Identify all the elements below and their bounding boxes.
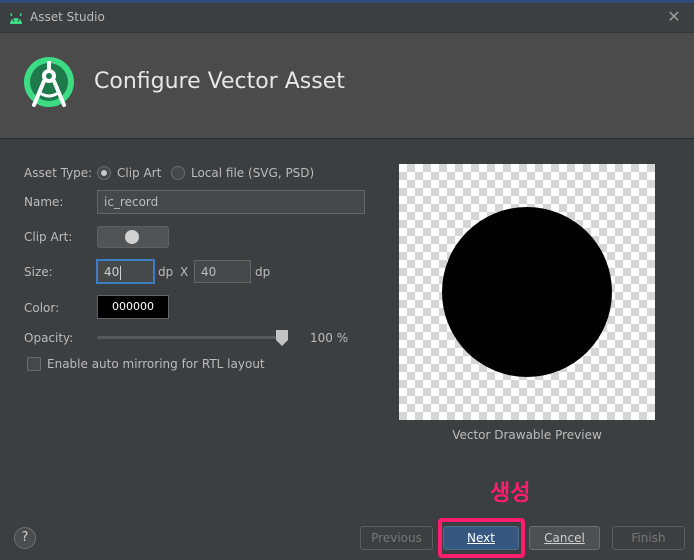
record-shape-preview bbox=[442, 207, 612, 377]
radio-clip-art[interactable] bbox=[97, 166, 111, 180]
name-field[interactable]: ic_record bbox=[97, 190, 365, 214]
previous-button[interactable]: Previous bbox=[360, 526, 433, 550]
color-swatch-field[interactable]: 000000 bbox=[97, 295, 169, 319]
record-icon bbox=[125, 230, 139, 244]
android-studio-logo-icon bbox=[24, 57, 74, 107]
rtl-mirroring-checkbox[interactable] bbox=[27, 357, 41, 371]
annotation-label: 생성 bbox=[490, 481, 531, 506]
radio-local-file-label[interactable]: Local file (SVG, PSD) bbox=[191, 166, 314, 180]
color-value: 000000 bbox=[112, 300, 154, 313]
height-value: 40 bbox=[201, 265, 217, 279]
cancel-button[interactable]: Cancel bbox=[529, 526, 600, 550]
asset-type-label: Asset Type: bbox=[24, 166, 93, 180]
title-bar: Asset Studio ✕ bbox=[0, 3, 694, 33]
size-label: Size: bbox=[24, 265, 53, 279]
vector-preview-canvas bbox=[399, 164, 655, 420]
wizard-header: Configure Vector Asset bbox=[0, 33, 694, 139]
height-field[interactable]: 40 bbox=[194, 260, 251, 283]
radio-clip-art-label[interactable]: Clip Art bbox=[117, 166, 161, 180]
next-button-highlight-box bbox=[438, 518, 525, 558]
width-field[interactable]: 40 bbox=[97, 260, 154, 283]
radio-local-file[interactable] bbox=[171, 166, 185, 180]
name-label: Name: bbox=[24, 195, 64, 209]
color-label: Color: bbox=[24, 301, 60, 315]
page-title: Configure Vector Asset bbox=[94, 69, 345, 94]
width-unit: dp bbox=[158, 265, 174, 279]
cancel-button-label: Cancel bbox=[544, 531, 585, 545]
height-unit: dp bbox=[255, 265, 271, 279]
width-value: 40 bbox=[104, 265, 120, 279]
finish-button[interactable]: Finish bbox=[612, 526, 685, 550]
close-icon[interactable]: ✕ bbox=[664, 7, 684, 27]
opacity-label: Opacity: bbox=[24, 331, 74, 345]
size-times-sign: X bbox=[180, 265, 189, 279]
clip-art-button[interactable] bbox=[97, 226, 169, 248]
rtl-mirroring-label[interactable]: Enable auto mirroring for RTL layout bbox=[47, 357, 265, 371]
opacity-value: 100 % bbox=[310, 331, 349, 345]
clip-art-label: Clip Art: bbox=[24, 230, 73, 244]
opacity-slider-thumb[interactable] bbox=[276, 330, 288, 346]
opacity-slider-track[interactable] bbox=[97, 336, 287, 339]
text-cursor bbox=[120, 265, 122, 280]
android-studio-icon bbox=[9, 13, 23, 24]
help-button[interactable]: ? bbox=[14, 527, 36, 549]
preview-caption: Vector Drawable Preview bbox=[452, 428, 602, 442]
name-value: ic_record bbox=[104, 195, 159, 209]
window-title: Asset Studio bbox=[30, 10, 105, 24]
